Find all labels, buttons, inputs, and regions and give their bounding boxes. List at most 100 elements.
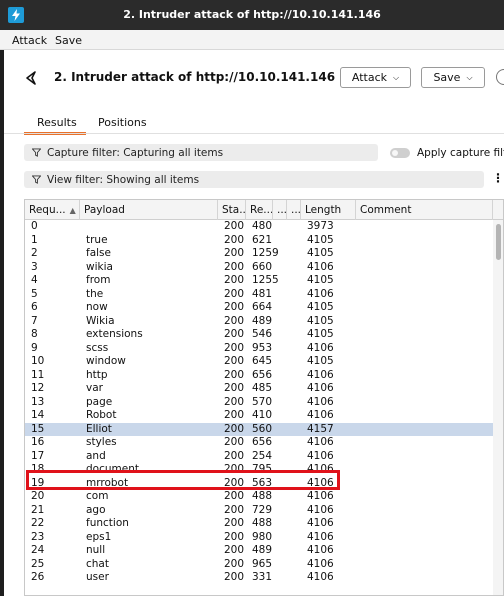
apply-capture-filter-toggle[interactable] — [390, 148, 410, 158]
chevron-down-icon: ⌵ — [466, 72, 473, 82]
apply-capture-filter-label: Apply capture filter — [417, 147, 504, 159]
table-row[interactable]: 20 com 200 488 4106 — [25, 490, 493, 504]
capture-filter-text: Capture filter: Capturing all items — [47, 146, 224, 159]
view-filter-bar[interactable]: View filter: Showing all items — [24, 171, 484, 188]
cell-request: 4 — [31, 274, 38, 286]
cell-response-received: 560 — [252, 422, 273, 435]
table-row[interactable]: 16 styles 200 656 4106 — [25, 436, 493, 450]
table-row[interactable]: 24 null 200 489 4106 — [25, 544, 493, 558]
menu-save[interactable]: Save — [55, 34, 82, 47]
capture-filter-bar[interactable]: Capture filter: Capturing all items — [24, 144, 378, 161]
column-header-response-received[interactable]: Re... — [246, 200, 273, 220]
cell-length: 4106 — [307, 517, 334, 529]
cell-status: 200 — [224, 341, 245, 354]
table-row[interactable]: 12 var 200 485 4106 — [25, 382, 493, 396]
attack-header: 2. Intruder attack of http://10.10.141.1… — [4, 65, 504, 91]
cell-length: 4105 — [307, 233, 334, 246]
table-row[interactable]: 14 Robot 200 410 4106 — [25, 409, 493, 423]
column-header-comment[interactable]: Comment — [356, 200, 493, 220]
vertical-scrollbar[interactable] — [493, 220, 503, 595]
cell-status: 200 — [224, 503, 245, 516]
tab-positions[interactable]: Positions — [98, 116, 147, 129]
cell-length: 4106 — [307, 557, 334, 570]
table-row[interactable]: 25 chat 200 965 4106 — [25, 558, 493, 572]
cell-length: 4106 — [307, 530, 334, 543]
table-row[interactable]: 7 Wikia 200 489 4105 — [25, 315, 493, 329]
tab-results[interactable]: Results — [37, 116, 77, 129]
cell-status: 200 — [224, 382, 245, 394]
table-row[interactable]: 17 and 200 254 4106 — [25, 450, 493, 464]
cell-payload: user — [86, 571, 109, 583]
table-row[interactable]: 4 from 200 1255 4105 — [25, 274, 493, 288]
cell-status: 200 — [224, 247, 245, 259]
cell-status: 200 — [224, 557, 245, 570]
attack-title: 2. Intruder attack of http://10.10.141.1… — [54, 70, 336, 84]
table-row[interactable]: 8 extensions 200 546 4105 — [25, 328, 493, 342]
title-bar: 2. Intruder attack of http://10.10.141.1… — [0, 0, 504, 30]
cell-payload: http — [86, 368, 108, 381]
save-dropdown-button[interactable]: Save ⌵ — [421, 67, 485, 88]
cell-response-received: 485 — [252, 382, 273, 394]
cell-payload: var — [86, 382, 103, 394]
cell-request: 26 — [31, 571, 45, 583]
cell-response-received: 953 — [252, 341, 273, 354]
table-row[interactable]: 5 the 200 481 4106 — [25, 288, 493, 302]
table-row[interactable]: 21 ago 200 729 4106 — [25, 504, 493, 518]
cell-response-received: 980 — [252, 530, 273, 543]
sort-ascending-icon: ▲ — [69, 206, 76, 215]
cell-length: 4106 — [307, 260, 334, 273]
column-header-request[interactable]: Requ... ▲ — [25, 200, 80, 220]
cell-request: 9 — [31, 341, 38, 354]
cell-status: 200 — [224, 571, 245, 583]
table-row[interactable]: 0 200 480 3973 — [25, 220, 493, 234]
column-header-error[interactable]: ... — [273, 200, 287, 220]
back-arrow-icon[interactable] — [22, 69, 40, 87]
table-body: 0 200 480 3973 1 true 200 621 4105 2 false 200 1259 4… — [25, 220, 493, 585]
cell-request: 5 — [31, 287, 38, 300]
table-row[interactable]: 15 Elliot 200 560 4157 — [25, 422, 493, 436]
menu-bar: Attack Save — [0, 30, 504, 50]
column-header-timeout[interactable]: ... — [287, 200, 301, 220]
table-row[interactable]: 23 eps1 200 980 4106 — [25, 531, 493, 545]
attack-dropdown-button[interactable]: Attack ⌵ — [340, 67, 411, 88]
table-row[interactable]: 9 scss 200 953 4106 — [25, 342, 493, 356]
column-header-length[interactable]: Length — [301, 200, 356, 220]
table-row[interactable]: 2 false 200 1259 4105 — [25, 247, 493, 261]
view-filter-text: View filter: Showing all items — [47, 173, 200, 186]
table-row[interactable]: 1 true 200 621 4105 — [25, 234, 493, 248]
cell-status: 200 — [224, 287, 245, 300]
cell-request: 3 — [31, 260, 38, 273]
cell-status: 200 — [224, 274, 245, 286]
table-row[interactable]: 22 function 200 488 4106 — [25, 517, 493, 531]
cell-request: 13 — [31, 395, 45, 408]
menu-attack[interactable]: Attack — [12, 34, 47, 47]
column-header-payload[interactable]: Payload — [80, 200, 218, 220]
cell-request: 21 — [31, 503, 45, 516]
table-row[interactable]: 13 page 200 570 4106 — [25, 396, 493, 410]
table-header: Requ...▲ Payload Sta... Re... ... ... Le… — [25, 200, 503, 220]
table-row[interactable]: 6 now 200 664 4105 — [25, 301, 493, 315]
pause-icon[interactable] — [496, 69, 504, 85]
cell-response-received: 481 — [252, 287, 273, 300]
cell-status: 200 — [224, 233, 245, 246]
cell-payload: styles — [86, 436, 117, 448]
cell-status: 200 — [224, 449, 245, 462]
cell-request: 1 — [31, 233, 38, 246]
cell-status: 200 — [224, 314, 245, 327]
more-options-icon[interactable]: ⋮ — [492, 171, 504, 185]
table-row[interactable]: 10 window 200 645 4105 — [25, 355, 493, 369]
table-row[interactable]: 11 http 200 656 4106 — [25, 369, 493, 383]
cell-length: 4157 — [307, 422, 334, 435]
cell-payload: false — [86, 247, 111, 259]
cell-payload: chat — [86, 557, 109, 570]
cell-payload: extensions — [86, 328, 143, 340]
cell-status: 200 — [224, 409, 245, 421]
cell-payload: null — [86, 544, 106, 556]
table-row[interactable]: 3 wikia 200 660 4106 — [25, 261, 493, 275]
scrollbar-thumb[interactable] — [496, 224, 501, 260]
cell-request: 6 — [31, 301, 38, 313]
table-row[interactable]: 26 user 200 331 4106 — [25, 571, 493, 585]
column-header-status[interactable]: Sta... — [218, 200, 246, 220]
cell-payload: function — [86, 517, 129, 529]
save-button-label: Save — [433, 71, 461, 84]
